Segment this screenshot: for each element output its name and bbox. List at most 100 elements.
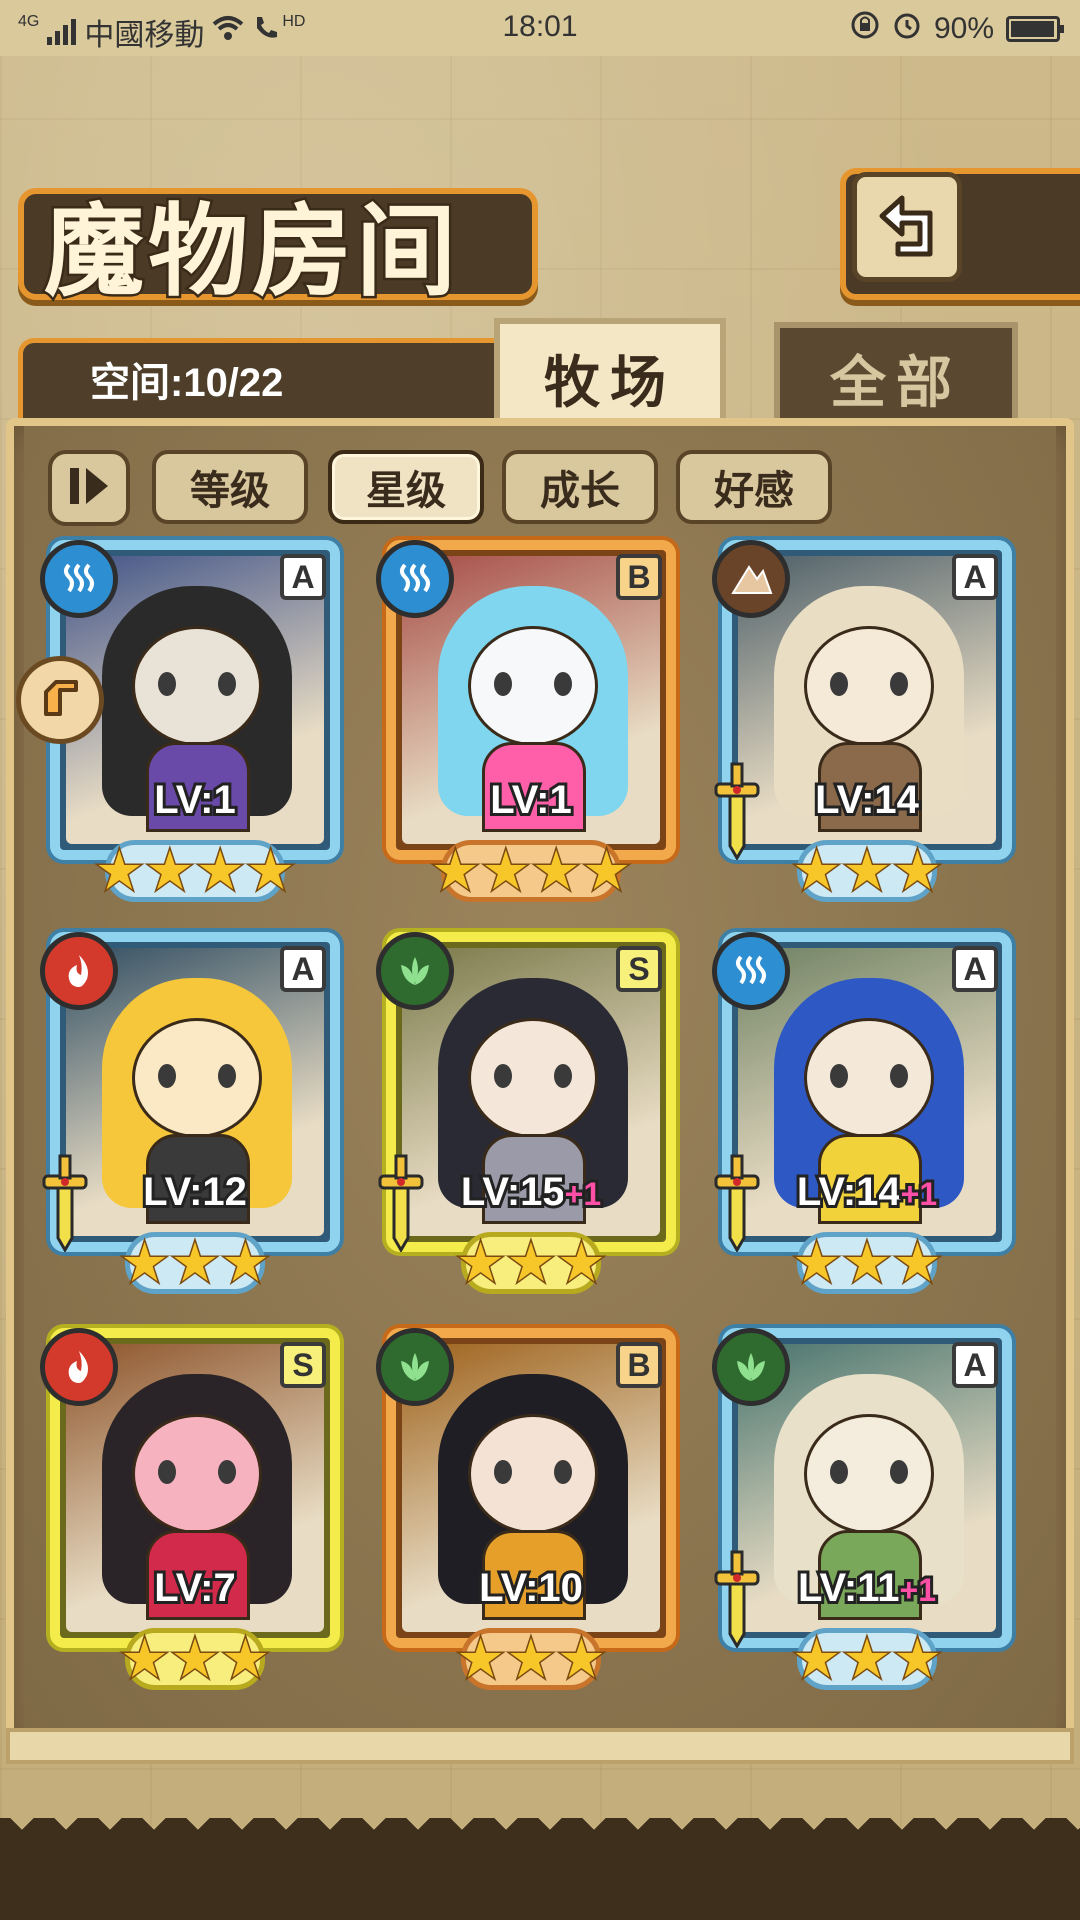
monster-card[interactable]: S LV:15+1 ★ ★ ★	[376, 932, 676, 1294]
portrait-eye	[830, 1064, 848, 1088]
level-text: LV:7	[151, 1563, 238, 1613]
star-rating: ★ ★ ★	[455, 1231, 607, 1294]
star-icon: ★	[791, 1627, 842, 1690]
monster-card[interactable]: A LV:11+1 ★ ★ ★	[712, 1328, 1012, 1690]
star-icon: ★	[791, 1231, 842, 1294]
monster-card[interactable]: B LV:1 ★ ★ ★ ★	[376, 540, 676, 902]
portrait-eye	[218, 672, 236, 696]
portrait-face	[804, 1018, 934, 1138]
status-bar: 4G 中國移動 HD 18:01 90%	[0, 0, 1080, 56]
earth-element-icon	[712, 540, 790, 618]
rank-badge: A	[952, 1342, 998, 1388]
monster-card[interactable]: A LV:14 ★ ★ ★	[712, 540, 1012, 902]
back-arrow-icon	[872, 190, 942, 264]
star-icon: ★	[94, 839, 145, 902]
lock-rotation-icon	[850, 10, 880, 48]
portrait-eye	[554, 672, 572, 696]
monster-level: LV:7	[40, 1563, 350, 1613]
portrait-eye	[554, 1064, 572, 1088]
battery-icon	[1006, 16, 1064, 42]
fire-element-icon	[40, 1328, 118, 1406]
star-icon: ★	[505, 1231, 556, 1294]
star-icon: ★	[455, 1627, 506, 1690]
portrait-face	[132, 1018, 262, 1138]
fire-element-icon	[40, 932, 118, 1010]
star-icon: ★	[119, 1231, 170, 1294]
rank-badge: B	[616, 1342, 662, 1388]
capacity-label: 空间:10/22	[90, 361, 284, 405]
star-rating: ★ ★ ★ ★	[430, 840, 632, 902]
monster-level: LV:15+1	[376, 1167, 686, 1217]
rank-badge: S	[280, 1342, 326, 1388]
monster-card[interactable]: A LV:14+1 ★ ★ ★	[712, 932, 1012, 1294]
star-rating: ★ ★ ★	[455, 1628, 607, 1690]
back-button[interactable]	[852, 172, 962, 282]
bottom-decor	[0, 1818, 1080, 1920]
rank-badge: A	[280, 554, 326, 600]
star-icon: ★	[841, 839, 892, 902]
star-icon: ★	[892, 1627, 943, 1690]
portrait-eye	[218, 1460, 236, 1484]
star-rating: ★ ★ ★	[791, 839, 943, 902]
monster-level: LV:14+1	[712, 1167, 1022, 1217]
portrait-eye	[494, 1064, 512, 1088]
portrait-eye	[554, 1460, 572, 1484]
water-element-icon	[376, 540, 454, 618]
monster-level: LV:11+1	[712, 1563, 1022, 1613]
level-bonus: +1	[896, 1569, 939, 1611]
star-rating: ★ ★ ★	[791, 1628, 943, 1690]
filter-stars[interactable]: 星级	[328, 450, 484, 524]
alarm-icon	[892, 10, 922, 48]
level-text: LV:10	[476, 1563, 586, 1613]
portrait-eye	[830, 1460, 848, 1484]
level-text: LV:15	[458, 1167, 568, 1217]
sort-order-button[interactable]	[48, 450, 130, 526]
star-icon: ★	[220, 1627, 271, 1690]
portrait-eye	[830, 672, 848, 696]
rank-badge: B	[616, 554, 662, 600]
star-icon: ★	[791, 839, 842, 902]
portrait-eye	[158, 1460, 176, 1484]
star-icon: ★	[455, 1231, 506, 1294]
monster-card[interactable]: B LV:10 ★ ★ ★	[376, 1328, 676, 1690]
leader-badge[interactable]	[16, 656, 104, 744]
star-rating: ★ ★ ★ ★	[94, 840, 296, 902]
star-icon: ★	[556, 1627, 607, 1690]
water-element-icon	[712, 932, 790, 1010]
filter-affection[interactable]: 好感	[676, 450, 832, 524]
rank-badge: A	[952, 554, 998, 600]
filter-level[interactable]: 等级	[152, 450, 308, 524]
star-icon: ★	[169, 1627, 220, 1690]
star-icon: ★	[581, 839, 632, 902]
portrait-eye	[494, 1460, 512, 1484]
battery-percent: 90%	[933, 12, 994, 45]
portrait-eye	[494, 672, 512, 696]
monster-card[interactable]: A LV:12 ★ ★ ★	[40, 932, 340, 1294]
portrait-face	[132, 626, 262, 746]
wood-element-icon	[712, 1328, 790, 1406]
portrait-face	[468, 1018, 598, 1138]
monster-card[interactable]: S LV:7 ★ ★ ★	[40, 1328, 340, 1690]
star-rating: ★ ★ ★	[791, 1231, 943, 1294]
portrait-face	[804, 1414, 934, 1534]
filter-growth[interactable]: 成长	[502, 450, 658, 524]
rank-badge: A	[952, 946, 998, 992]
level-text: LV:14	[812, 775, 922, 825]
star-rating: ★ ★ ★	[119, 1231, 271, 1294]
rank-badge: S	[616, 946, 662, 992]
wood-element-icon	[376, 1328, 454, 1406]
star-icon: ★	[169, 1231, 220, 1294]
portrait-face	[468, 626, 598, 746]
star-rating: ★ ★ ★	[119, 1627, 271, 1690]
level-bonus: +1	[898, 1173, 941, 1215]
monster-level: LV:1	[40, 775, 350, 825]
portrait-face	[468, 1414, 598, 1534]
portrait-eye	[218, 1064, 236, 1088]
star-icon: ★	[841, 1231, 892, 1294]
water-element-icon	[40, 540, 118, 618]
portrait-face	[804, 626, 934, 746]
star-icon: ★	[245, 839, 296, 902]
level-bonus: +1	[562, 1173, 605, 1215]
star-icon: ★	[556, 1231, 607, 1294]
star-icon: ★	[892, 1231, 943, 1294]
